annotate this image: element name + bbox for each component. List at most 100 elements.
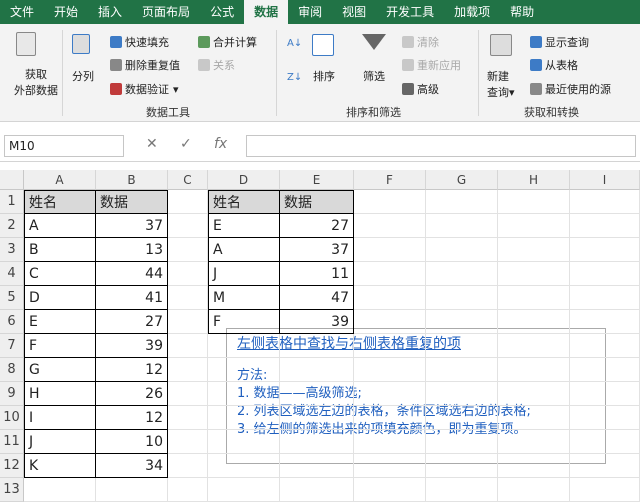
- tab-1[interactable]: 开始: [44, 0, 88, 24]
- formula-input[interactable]: [246, 135, 636, 157]
- left-table-cell[interactable]: 13: [96, 238, 168, 262]
- tab-3[interactable]: 页面布局: [132, 0, 200, 24]
- column-header-G[interactable]: G: [426, 170, 498, 190]
- advanced-button[interactable]: 高级: [402, 81, 439, 97]
- reapply-button[interactable]: 重新应用: [402, 57, 461, 73]
- right-table-header-cell[interactable]: 数据: [280, 190, 354, 214]
- data-validation-button[interactable]: 数据验证 ▾: [110, 81, 179, 97]
- left-table-cell[interactable]: G: [24, 358, 96, 382]
- column-header-I[interactable]: I: [570, 170, 640, 190]
- left-table-cell[interactable]: F: [24, 334, 96, 358]
- split-button[interactable]: 分列: [72, 68, 94, 84]
- row-header-12[interactable]: 12: [0, 454, 24, 478]
- left-table-cell[interactable]: K: [24, 454, 96, 478]
- relationships-button[interactable]: 关系: [198, 57, 235, 73]
- left-table-header-cell[interactable]: 数据: [96, 190, 168, 214]
- row-header-9[interactable]: 9: [0, 382, 24, 406]
- sort-asc-icon[interactable]: A↓: [287, 38, 302, 49]
- split-icon: [72, 34, 93, 55]
- left-table-cell[interactable]: J: [24, 430, 96, 454]
- left-table-cell[interactable]: E: [24, 310, 96, 334]
- left-table-cell[interactable]: 41: [96, 286, 168, 310]
- row-header-3[interactable]: 3: [0, 238, 24, 262]
- right-table-cell[interactable]: J: [208, 262, 280, 286]
- left-table-cell[interactable]: 39: [96, 334, 168, 358]
- row-header-1[interactable]: 1: [0, 190, 24, 214]
- column-header-B[interactable]: B: [96, 170, 168, 190]
- clear-label: 清除: [417, 36, 439, 49]
- column-header-D[interactable]: D: [208, 170, 280, 190]
- tab-8[interactable]: 开发工具: [376, 0, 444, 24]
- name-box[interactable]: M10: [4, 135, 124, 157]
- filter-button[interactable]: 筛选: [363, 68, 385, 84]
- get-external-data-label-1: 获取: [25, 68, 47, 81]
- chevron-down-icon: ▾: [173, 83, 179, 96]
- get-external-data-button[interactable]: 获取 外部数据: [14, 66, 58, 98]
- cancel-icon[interactable]: ✕: [146, 136, 158, 152]
- sort-desc-icon[interactable]: Z↓: [287, 72, 302, 83]
- row-header-2[interactable]: 2: [0, 214, 24, 238]
- right-table-cell[interactable]: A: [208, 238, 280, 262]
- clear-button[interactable]: 清除: [402, 34, 439, 50]
- show-queries-button[interactable]: 显示查询: [530, 34, 589, 50]
- left-table-cell[interactable]: D: [24, 286, 96, 310]
- select-all-corner[interactable]: [0, 170, 24, 190]
- row-header-4[interactable]: 4: [0, 262, 24, 286]
- column-header-E[interactable]: E: [280, 170, 354, 190]
- confirm-icon[interactable]: ✓: [180, 136, 192, 152]
- tab-4[interactable]: 公式: [200, 0, 244, 24]
- right-table-cell[interactable]: 27: [280, 214, 354, 238]
- right-table-cell[interactable]: 39: [280, 310, 354, 334]
- left-table-cell[interactable]: 37: [96, 214, 168, 238]
- left-table-cell[interactable]: 26: [96, 382, 168, 406]
- flash-fill-button[interactable]: 快速填充: [110, 34, 169, 50]
- left-table-cell[interactable]: I: [24, 406, 96, 430]
- left-table-cell[interactable]: C: [24, 262, 96, 286]
- left-table-cell[interactable]: 34: [96, 454, 168, 478]
- row-header-5[interactable]: 5: [0, 286, 24, 310]
- column-header-C[interactable]: C: [168, 170, 208, 190]
- right-table-cell[interactable]: 11: [280, 262, 354, 286]
- text-box-note[interactable]: 左侧表格中查找与右侧表格重复的项 方法: 1. 数据——高级筛选; 2. 列表区…: [226, 328, 606, 464]
- right-table-cell[interactable]: 47: [280, 286, 354, 310]
- right-table-cell[interactable]: F: [208, 310, 280, 334]
- tab-0[interactable]: 文件: [0, 0, 44, 24]
- row-header-8[interactable]: 8: [0, 358, 24, 382]
- right-table-cell[interactable]: 37: [280, 238, 354, 262]
- right-table-cell[interactable]: M: [208, 286, 280, 310]
- row-header-10[interactable]: 10: [0, 406, 24, 430]
- advanced-filter-icon: [402, 83, 414, 95]
- tab-2[interactable]: 插入: [88, 0, 132, 24]
- left-table-cell[interactable]: 44: [96, 262, 168, 286]
- recent-sources-button[interactable]: 最近使用的源: [530, 81, 611, 97]
- left-table-cell[interactable]: 10: [96, 430, 168, 454]
- insert-function-icon[interactable]: fx: [214, 136, 227, 152]
- row-header-13[interactable]: 13: [0, 478, 24, 502]
- spreadsheet-grid[interactable]: 左侧表格中查找与右侧表格重复的项 方法: 1. 数据——高级筛选; 2. 列表区…: [0, 170, 640, 502]
- left-table-cell[interactable]: 12: [96, 358, 168, 382]
- left-table-cell[interactable]: H: [24, 382, 96, 406]
- column-header-H[interactable]: H: [498, 170, 570, 190]
- right-table-cell[interactable]: E: [208, 214, 280, 238]
- left-table-cell[interactable]: A: [24, 214, 96, 238]
- row-header-7[interactable]: 7: [0, 334, 24, 358]
- sort-button[interactable]: 排序: [313, 68, 335, 84]
- tab-9[interactable]: 加载项: [444, 0, 500, 24]
- tab-5[interactable]: 数据: [244, 0, 289, 24]
- row-header-6[interactable]: 6: [0, 310, 24, 334]
- tab-7[interactable]: 视图: [332, 0, 376, 24]
- column-header-F[interactable]: F: [354, 170, 426, 190]
- left-table-header-cell[interactable]: 姓名: [24, 190, 96, 214]
- right-table-header-cell[interactable]: 姓名: [208, 190, 280, 214]
- row-header-11[interactable]: 11: [0, 430, 24, 454]
- column-header-A[interactable]: A: [24, 170, 96, 190]
- new-query-button[interactable]: 新建 查询▾: [487, 68, 515, 100]
- left-table-cell[interactable]: B: [24, 238, 96, 262]
- tab-10[interactable]: 帮助: [500, 0, 544, 24]
- from-table-button[interactable]: 从表格: [530, 57, 578, 73]
- consolidate-button[interactable]: 合并计算: [198, 34, 257, 50]
- tab-6[interactable]: 审阅: [288, 0, 332, 24]
- left-table-cell[interactable]: 27: [96, 310, 168, 334]
- left-table-cell[interactable]: 12: [96, 406, 168, 430]
- remove-duplicates-button[interactable]: 删除重复值: [110, 57, 180, 73]
